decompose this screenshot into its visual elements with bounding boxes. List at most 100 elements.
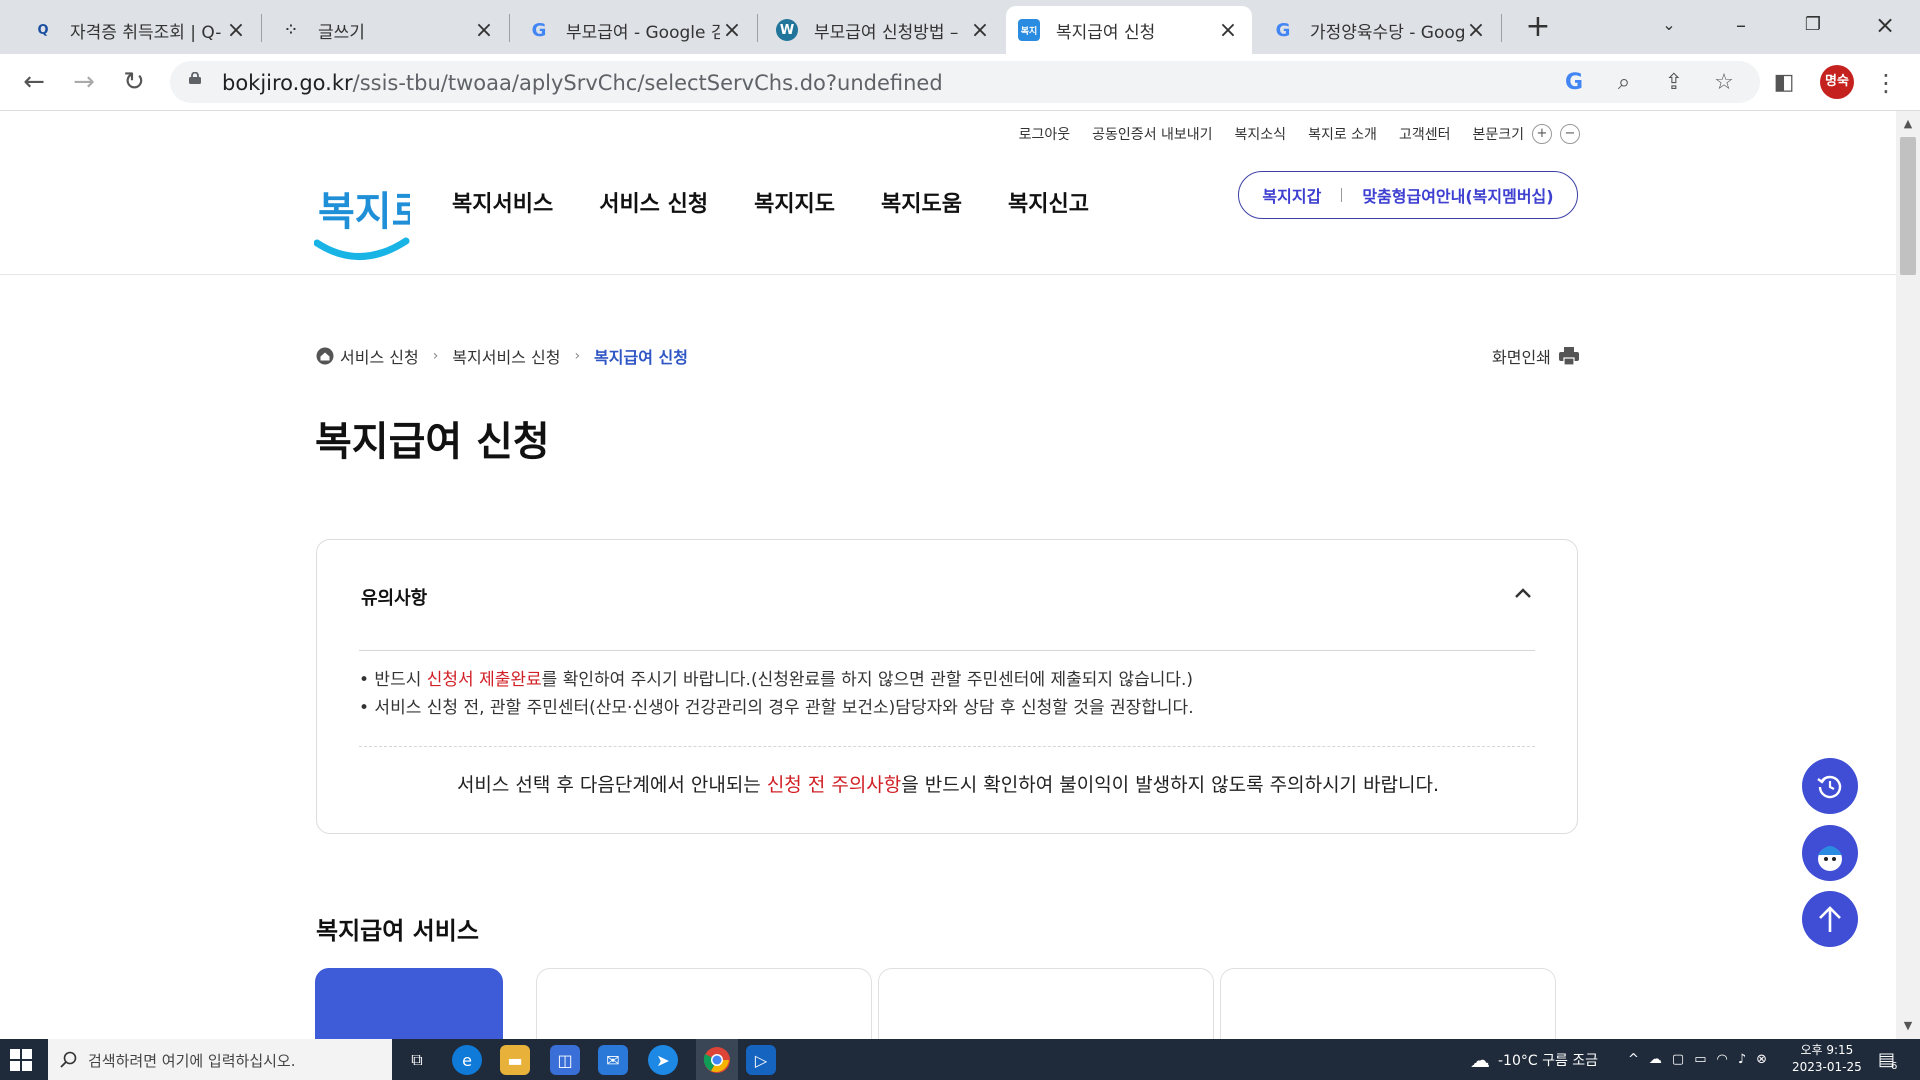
tray-chevron-up-icon[interactable]: ^ xyxy=(1628,1052,1649,1067)
wifi-icon[interactable]: ◠ xyxy=(1717,1052,1738,1067)
bokjiro-logo[interactable]: 복지로 xyxy=(314,167,410,267)
browser-tab-1[interactable]: Q 자격증 취득조회 | Q- × xyxy=(20,6,260,54)
header-divider xyxy=(0,274,1896,275)
zoom-icon[interactable]: ⌕ xyxy=(1610,69,1638,97)
chatbot-button[interactable] xyxy=(1802,825,1858,881)
about-link[interactable]: 복지로 소개 xyxy=(1308,124,1377,144)
bullet-text: 를 확인하여 주시기 바랍니다.(신청완료를 하지 않으면 관할 주민센터에 제… xyxy=(541,670,1194,690)
gnb-welfare-services[interactable]: 복지서비스 xyxy=(452,186,553,218)
cert-export-link[interactable]: 공동인증서 내보내기 xyxy=(1092,124,1212,144)
app-icon[interactable]: ➤ xyxy=(648,1045,678,1075)
forward-arrow-icon[interactable]: → xyxy=(67,65,101,99)
ime-icon[interactable]: ⊗ xyxy=(1756,1052,1777,1067)
browser-tab-5-active[interactable]: 복지 복지급여 신청 × xyxy=(1006,6,1252,54)
customer-center-link[interactable]: 고객센터 xyxy=(1399,124,1451,144)
taskbar-search[interactable]: 검색하려면 여기에 입력하십시오. xyxy=(48,1039,392,1080)
taskbar-clock[interactable]: 오후 9:15 2023-01-25 xyxy=(1792,1042,1862,1076)
chrome-taskbar-button[interactable] xyxy=(696,1039,738,1080)
breadcrumb-current: 복지급여 신청 xyxy=(594,348,688,367)
recent-history-button[interactable] xyxy=(1802,758,1858,814)
chevron-up-icon[interactable] xyxy=(1513,586,1533,600)
service-card[interactable] xyxy=(878,968,1214,1039)
gnb-welfare-map[interactable]: 복지지도 xyxy=(754,186,835,218)
google-lens-icon[interactable]: G xyxy=(1560,69,1588,97)
battery-icon[interactable]: ▭ xyxy=(1694,1052,1716,1067)
tab-title: 복지급여 신청 xyxy=(1056,22,1156,43)
service-card-selected[interactable] xyxy=(315,968,503,1039)
gnb-welfare-help[interactable]: 복지도움 xyxy=(881,186,962,218)
onedrive-icon[interactable]: ☁ xyxy=(1649,1052,1672,1067)
home-icon[interactable] xyxy=(316,347,334,365)
font-increase-icon[interactable]: + xyxy=(1532,124,1552,144)
browser-tab-4[interactable]: W 부모급여 신청방법 – × xyxy=(764,6,1004,54)
close-tab-icon[interactable]: × xyxy=(472,18,496,43)
store-icon[interactable]: ◫ xyxy=(550,1045,580,1075)
scroll-up-arrow-icon[interactable]: ▲ xyxy=(1896,117,1920,130)
welfare-wallet-link[interactable]: 복지지갑 xyxy=(1262,183,1321,207)
close-tab-icon[interactable]: × xyxy=(224,18,248,43)
cloudy-moon-icon: ☁ xyxy=(1470,1047,1490,1072)
service-card[interactable] xyxy=(1220,968,1556,1039)
scroll-top-button[interactable] xyxy=(1802,891,1858,947)
print-button[interactable]: 화면인쇄 xyxy=(1492,344,1579,368)
tab-search-chevron-icon[interactable]: ⌄ xyxy=(1644,10,1694,40)
font-decrease-icon[interactable]: − xyxy=(1560,124,1580,144)
google-icon: G xyxy=(531,19,547,41)
notice-bullet-2: • 서비스 신청 전, 관할 주민센터(산모·신생아 건강관리의 경우 관할 보… xyxy=(359,698,1194,718)
tab-title: 부모급여 신청방법 – xyxy=(814,22,959,43)
browser-toolbar: ← → ↻ bokjiro.go.kr/ssis-tbu/twoaa/aplyS… xyxy=(0,54,1920,111)
windows-start-icon[interactable] xyxy=(10,1049,32,1071)
arrow-up-icon xyxy=(1819,906,1841,932)
reload-icon[interactable]: ↻ xyxy=(117,65,151,99)
profile-avatar[interactable]: 명숙 xyxy=(1820,65,1854,99)
file-explorer-icon[interactable]: ▬ xyxy=(500,1045,530,1075)
chevron-right-icon: › xyxy=(574,348,581,364)
windows-taskbar: 검색하려면 여기에 입력하십시오. ⧉ e ▬ ◫ ✉ ➤ ▷ ☁ -10°C … xyxy=(0,1039,1920,1080)
device-icon[interactable]: ▢ xyxy=(1672,1052,1694,1067)
more-menu-icon[interactable]: ⋮ xyxy=(1872,69,1900,97)
address-bar[interactable]: bokjiro.go.kr/ssis-tbu/twoaa/aplySrvChc/… xyxy=(170,61,1760,103)
close-tab-icon[interactable]: × xyxy=(968,18,992,43)
page-scrollbar[interactable]: ▲ ▼ xyxy=(1896,111,1920,1039)
browser-tab-2[interactable]: ⁘ 글쓰기 × xyxy=(268,6,508,54)
tab-title: 가정양육수당 - Goog xyxy=(1310,22,1464,43)
side-panel-icon[interactable]: ◧ xyxy=(1770,69,1798,97)
new-tab-icon[interactable]: + xyxy=(1520,10,1556,46)
logout-link[interactable]: 로그아웃 xyxy=(1019,124,1071,144)
breadcrumb-item-1[interactable]: 서비스 신청 xyxy=(340,344,419,368)
notification-center[interactable]: ▤ 6 xyxy=(1878,1039,1897,1080)
notice-accordion: 유의사항 • 반드시 신청서 제출완료를 확인하여 주시기 바랍니다.(신청완료… xyxy=(316,539,1578,834)
service-card[interactable] xyxy=(536,968,872,1039)
weather-widget[interactable]: ☁ -10°C 구름 조금 xyxy=(1470,1039,1598,1080)
scroll-down-arrow-icon[interactable]: ▼ xyxy=(1896,1019,1920,1032)
volume-icon[interactable]: ♪ xyxy=(1738,1052,1756,1067)
notice-dashed-divider xyxy=(359,746,1535,747)
browser-tab-6[interactable]: G 가정양육수당 - Goog × xyxy=(1260,6,1500,54)
system-tray-icons[interactable]: ^ ☁ ▢ ▭ ◠ ♪ ⊗ xyxy=(1628,1039,1777,1080)
remote-desktop-icon[interactable]: ▷ xyxy=(746,1045,776,1075)
close-window-icon[interactable]: × xyxy=(1860,10,1910,40)
gnb-welfare-report[interactable]: 복지신고 xyxy=(1008,186,1089,218)
membership-link[interactable]: 맞춤형급여안내(복지멤버십) xyxy=(1362,183,1553,207)
gnb-service-apply[interactable]: 서비스 신청 xyxy=(599,186,708,218)
welfare-news-link[interactable]: 복지소식 xyxy=(1235,124,1287,144)
task-view-icon[interactable]: ⧉ xyxy=(402,1045,432,1075)
breadcrumb-item-2[interactable]: 복지서비스 신청 xyxy=(452,344,560,368)
caution-text: 서비스 선택 후 다음단계에서 안내되는 xyxy=(456,774,767,796)
notice-heading[interactable]: 유의사항 xyxy=(361,584,427,610)
edge-icon[interactable]: e xyxy=(452,1045,482,1075)
mail-icon[interactable]: ✉ xyxy=(598,1045,628,1075)
bookmark-star-icon[interactable]: ☆ xyxy=(1710,69,1738,97)
browser-tab-strip: Q 자격증 취득조회 | Q- × ⁘ 글쓰기 × G 부모급여 - Googl… xyxy=(0,0,1920,54)
minimize-icon[interactable]: – xyxy=(1716,10,1766,40)
close-tab-icon[interactable]: × xyxy=(720,18,744,43)
close-tab-icon[interactable]: × xyxy=(1216,18,1240,43)
restore-icon[interactable]: ❐ xyxy=(1788,10,1838,40)
browser-tab-3[interactable]: G 부모급여 - Google 검 × xyxy=(516,6,756,54)
page-viewport: 로그아웃 공동인증서 내보내기 복지소식 복지로 소개 고객센터 본문크기 + … xyxy=(0,111,1896,1039)
back-arrow-icon[interactable]: ← xyxy=(17,65,51,99)
scrollbar-thumb[interactable] xyxy=(1900,137,1916,275)
close-tab-icon[interactable]: × xyxy=(1464,18,1488,43)
share-icon[interactable]: ⇪ xyxy=(1660,69,1688,97)
url-domain: bokjiro.go.kr xyxy=(222,71,353,95)
